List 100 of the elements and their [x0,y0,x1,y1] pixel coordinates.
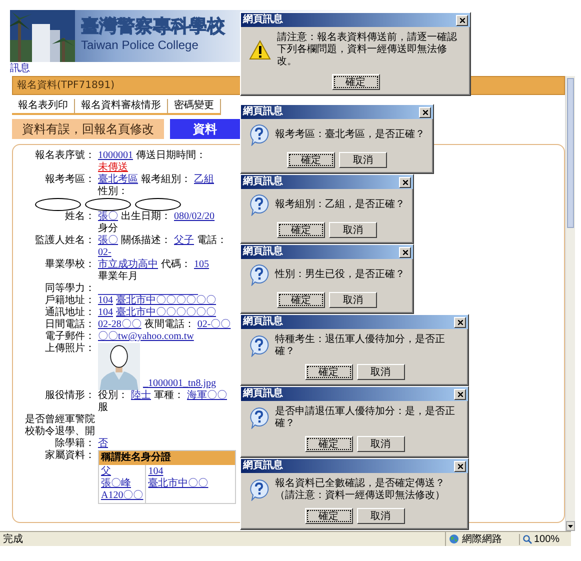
field-value[interactable]: 105 [194,259,209,271]
field-label: 家屬資料： [44,450,95,463]
field-label: 日間電話： [44,319,95,330]
field-value[interactable]: 02-〇〇 [197,319,231,331]
scroll-down-button[interactable] [566,521,575,531]
field-value[interactable]: 02- [98,247,112,259]
close-button[interactable] [399,176,411,188]
close-button[interactable] [399,246,411,258]
field-label: 出生日期： [121,211,171,223]
dialog-title: 網頁訊息 [243,460,283,472]
close-button[interactable] [419,106,431,118]
scroll-thumb[interactable] [567,78,574,228]
field-value[interactable]: 臺北市中〇〇〇〇〇〇 [116,307,216,319]
dialog-message: 報名資料已全數確認，是否確定傳送？（請注意：資料一經傳送即無法修改） [275,478,446,502]
field-label: 電話： [197,235,227,247]
field-value[interactable]: 海軍〇〇 [187,390,227,402]
dialog-message: 報考組別：乙組，是否正確？ [275,199,405,211]
dialog-button[interactable]: 確定 [277,292,325,308]
question-icon [249,335,269,357]
field-label: 報考考區： [44,174,95,187]
question-icon [249,194,269,216]
field-value[interactable]: _1000001_tn8.jpg [143,378,216,390]
close-button[interactable] [454,316,466,328]
status-text: 完成 [2,532,24,546]
field-label: 畢業學校： [44,259,95,272]
close-button[interactable] [454,388,466,400]
close-icon [458,464,462,468]
question-icon [249,124,269,146]
dialog-button[interactable]: 確定 [332,74,380,90]
globe-icon [449,534,459,544]
action-button[interactable]: 資料 [170,119,240,139]
dialog-button[interactable]: 取消 [339,152,387,168]
dialog-title: 網頁訊息 [243,246,283,258]
question-icon [249,479,269,501]
field-label: 役別： [98,390,128,402]
dialog-title: 網頁訊息 [243,176,283,188]
field-value[interactable]: 1000001 [98,150,133,162]
field-label: 報考組別： [141,174,191,186]
field-label: 代碼： [161,259,191,271]
close-icon [458,392,462,396]
table-cell[interactable]: 臺北市中〇〇 [148,478,208,490]
dialog-message: 是否申請退伍軍人優待加分：是，是否正確？ [275,406,456,430]
close-button[interactable] [454,460,466,472]
dialog-button[interactable]: 確定 [277,222,325,238]
field-value[interactable]: 104 [98,295,113,307]
dialog-button[interactable]: 取消 [329,222,377,238]
dialog-button[interactable]: 確定 [304,436,352,452]
dialog-button[interactable]: 取消 [356,364,404,380]
field-value[interactable]: 否 [98,438,108,450]
field-value[interactable]: 乙組 [194,174,214,186]
table-cell[interactable]: 104 [148,466,208,478]
field-label: 服役情形： [44,390,95,403]
zone-label: 網際網路 [462,533,502,546]
scrollbar[interactable] [565,76,575,531]
field-value[interactable]: 080/02/20 [174,211,215,223]
field-value[interactable]: 臺北市中〇〇〇〇〇〇 [116,295,216,307]
dialog-message: 特種考生：退伍軍人優待加分，是否正確？ [275,334,446,358]
field-label: 姓名： [64,211,95,224]
question-icon [249,264,269,286]
field-label: 傳送日期時間： [136,150,206,162]
redaction-oval [85,198,131,211]
field-label: 身分 [98,223,118,235]
dialog-button[interactable]: 取消 [356,508,404,524]
arrow-down-icon [568,524,573,528]
field-value[interactable]: 臺北考區 [98,174,138,186]
dialog-button[interactable]: 確定 [287,152,335,168]
dialog-button[interactable]: 取消 [329,292,377,308]
dialog-title: 網頁訊息 [243,106,283,118]
field-label: 通訊地址： [44,307,95,318]
field-label: 同等學力： [44,283,95,294]
close-button[interactable] [456,14,468,26]
field-label: 服 [98,402,108,414]
field-value[interactable]: 市立成功高中 [98,259,158,271]
zoom-level[interactable]: 100% [534,534,560,544]
field-value[interactable]: 未傳送 [98,162,128,174]
action-button[interactable]: 資料有誤，回報名頁修改 [12,119,164,139]
field-label: 性別： [98,186,128,198]
field-value[interactable]: 陸士 [131,390,151,402]
dialog-title: 網頁訊息 [243,316,283,328]
tab[interactable]: 密碼變更 [168,99,221,115]
field-value[interactable]: 張〇 [98,211,118,223]
field-value[interactable]: 張〇 [98,235,118,247]
field-value[interactable]: 104 [98,307,113,319]
table-cell[interactable]: 父 [101,466,144,478]
tab[interactable]: 報名表列印 [12,99,75,115]
magnifier-icon [523,534,532,544]
field-label: 夜間電話： [144,319,194,331]
dialog-title: 網頁訊息 [243,14,283,26]
field-value[interactable]: 〇〇tw@yahoo.com.tw [98,331,194,343]
field-label: 報名表序號： [34,150,95,163]
dialog-button[interactable]: 確定 [304,364,352,380]
message-link[interactable]: 訊息 [10,63,30,75]
table-cell[interactable]: A120〇〇 [101,490,144,502]
table-cell[interactable]: 張〇峰 [101,478,144,490]
dialog-button[interactable]: 確定 [304,508,352,524]
close-icon [402,180,408,184]
tab[interactable]: 報名資料審核情形 [75,99,168,115]
field-value[interactable]: 父子 [174,235,194,247]
field-value[interactable]: 02-28〇〇 [98,319,142,331]
dialog-button[interactable]: 取消 [356,436,404,452]
